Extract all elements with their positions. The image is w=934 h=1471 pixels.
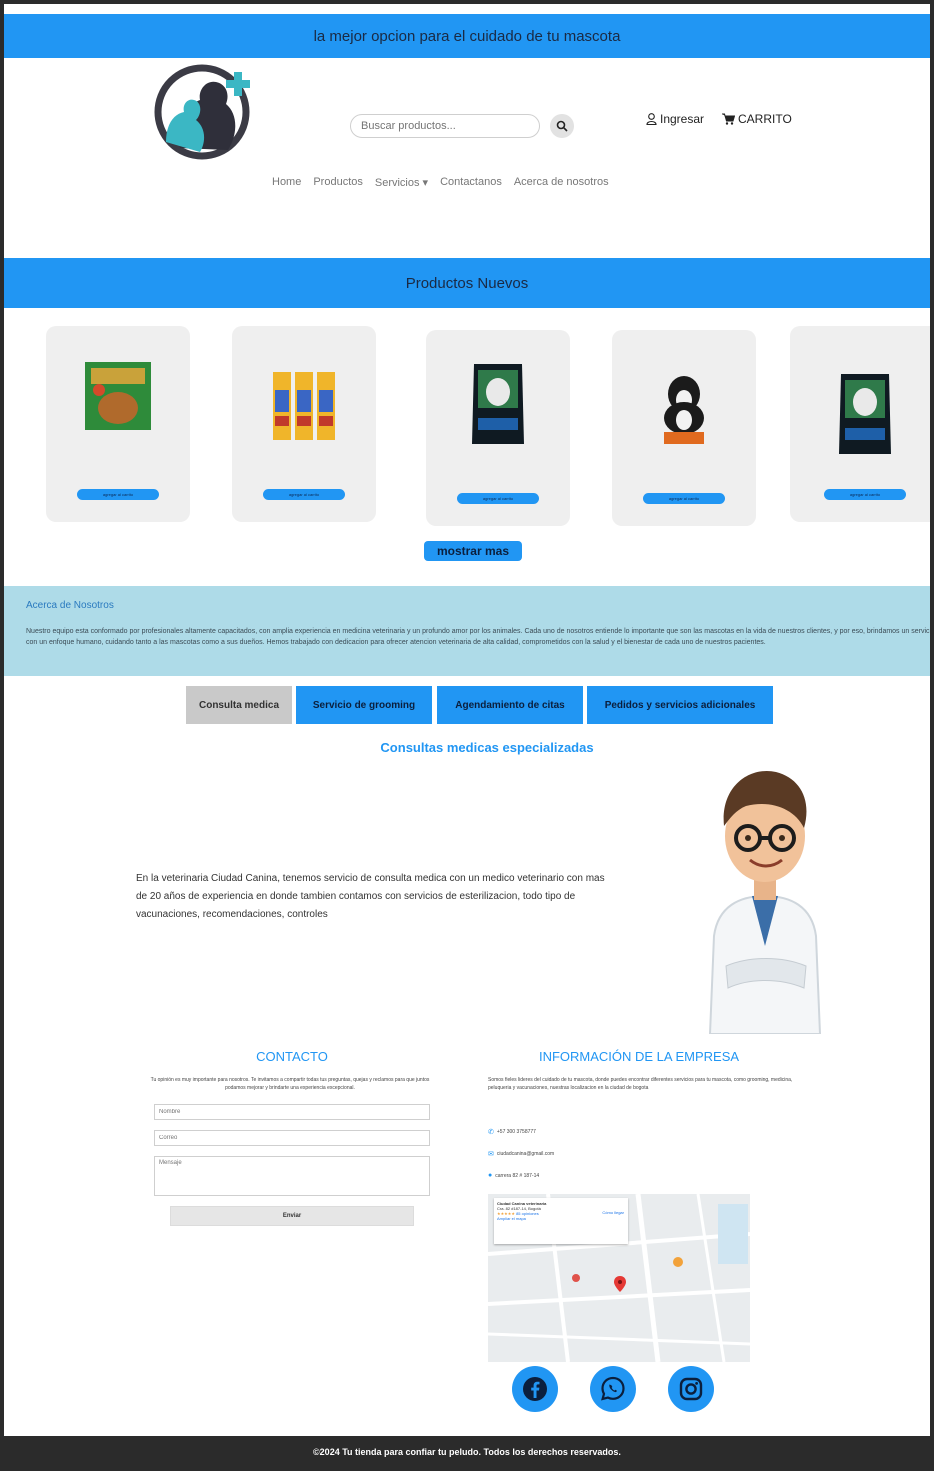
product-card: agregar al carrito [790, 326, 930, 522]
location-pin-icon: ● [488, 1172, 493, 1179]
show-more-button[interactable]: mostrar mas [424, 541, 522, 561]
cart-label: CARRITO [738, 112, 792, 126]
name-field[interactable] [154, 1104, 430, 1120]
doctor-illustration [708, 770, 822, 1034]
map-bigger-link[interactable]: Ampliar el mapa [497, 1216, 625, 1221]
product-card: agregar al carrito [612, 330, 756, 526]
address-line: ● carrera 82 # 187-14 [488, 1172, 539, 1179]
address: carrera 82 # 187-14 [495, 1172, 540, 1179]
main-nav: Home Productos Servicios ▾ Contactanos A… [272, 176, 609, 189]
company-description: Somos fieles lideres del cuidado de tu m… [488, 1077, 793, 1091]
whatsapp-button[interactable] [590, 1366, 636, 1412]
page: la mejor opcion para el cuidado de tu ma… [4, 4, 930, 1467]
login-label: Ingresar [660, 112, 705, 126]
tab-agendamiento[interactable]: Agendamiento de citas [437, 686, 583, 724]
phone-icon: ✆ [488, 1129, 494, 1136]
contact-title: CONTACTO [256, 1049, 328, 1064]
add-to-cart-button[interactable]: agregar al carrito [457, 493, 539, 504]
product-image-bernese-dog-food [664, 376, 704, 444]
product-card: agregar al carrito [46, 326, 190, 522]
user-icon [646, 113, 657, 125]
about-text: Nuestro equipo esta conformado por profe… [26, 628, 930, 646]
tab-consulta-medica[interactable]: Consulta medica [186, 686, 292, 724]
message-field[interactable] [154, 1156, 430, 1196]
product-image-cat-sticks [273, 372, 335, 440]
search-input[interactable] [350, 114, 540, 138]
login-link[interactable]: Ingresar [646, 112, 704, 126]
tab-pedidos[interactable]: Pedidos y servicios adicionales [587, 686, 773, 724]
new-products-header: Productos Nuevos [4, 258, 930, 308]
add-to-cart-button[interactable]: agregar al carrito [643, 493, 725, 504]
product-image-dog-food-bag [839, 374, 891, 454]
map-directions-link[interactable]: Cómo llegar [602, 1210, 624, 1215]
cart-icon [722, 113, 735, 125]
map-place-card: Ciudad Canina veterinaria Cra. 82 #187-1… [494, 1198, 628, 1244]
nav-acerca[interactable]: Acerca de nosotros [514, 176, 609, 189]
phone-line: ✆ +57 300 3758777 [488, 1128, 536, 1136]
service-section-title: Consultas medicas especializadas [380, 740, 594, 755]
email-field[interactable] [154, 1130, 430, 1146]
tab-grooming[interactable]: Servicio de grooming [296, 686, 432, 724]
map-pin-icon [614, 1276, 626, 1292]
send-button[interactable]: Enviar [170, 1206, 414, 1226]
email-line: ✉ ciudadcanina@gmail.com [488, 1150, 554, 1158]
footer: ©2024 Tu tienda para confiar tu peludo. … [4, 1436, 930, 1467]
instagram-button[interactable] [668, 1366, 714, 1412]
facebook-icon [523, 1377, 547, 1401]
add-to-cart-button[interactable]: agregar al carrito [824, 489, 906, 500]
product-card: agregar al carrito [232, 326, 376, 522]
product-card: agregar al carrito [426, 330, 570, 526]
product-image-dog-treats [85, 362, 151, 430]
nav-home[interactable]: Home [272, 176, 301, 189]
facebook-button[interactable] [512, 1366, 558, 1412]
search-button[interactable] [550, 114, 574, 138]
embedded-map[interactable]: Ciudad Canina veterinaria Cra. 82 #187-1… [488, 1194, 750, 1362]
product-image-dog-food-bag [472, 364, 524, 444]
cart-link[interactable]: CARRITO [722, 112, 792, 126]
search-icon [556, 120, 568, 132]
new-products-title: Productos Nuevos [405, 274, 529, 292]
contact-description: Tu opinión es muy importante para nosotr… [150, 1077, 430, 1091]
nav-productos[interactable]: Productos [313, 176, 363, 189]
about-section: Acerca de Nosotros Nuestro equipo esta c… [4, 586, 930, 676]
logo[interactable] [150, 62, 260, 160]
email-address: ciudadcanina@gmail.com [496, 1151, 555, 1157]
footer-text: ©2024 Tu tienda para confiar tu peludo. … [313, 1446, 621, 1457]
add-to-cart-button[interactable]: agregar al carrito [263, 489, 345, 500]
top-banner: la mejor opcion para el cuidado de tu ma… [4, 14, 930, 58]
nav-servicios-dropdown[interactable]: Servicios ▾ [375, 176, 428, 189]
phone-number: +57 300 3758777 [496, 1129, 536, 1135]
service-description: En la veterinaria Ciudad Canina, tenemos… [136, 873, 605, 920]
add-to-cart-button[interactable]: agregar al carrito [77, 489, 159, 500]
company-info-title: INFORMACIÓN DE LA EMPRESA [538, 1049, 740, 1064]
whatsapp-icon [601, 1376, 625, 1401]
instagram-icon [679, 1377, 703, 1401]
about-title: Acerca de Nosotros [26, 600, 114, 611]
top-banner-text: la mejor opcion para el cuidado de tu ma… [313, 27, 621, 45]
nav-contactanos[interactable]: Contactanos [440, 176, 502, 189]
mail-icon: ✉ [488, 1151, 494, 1158]
